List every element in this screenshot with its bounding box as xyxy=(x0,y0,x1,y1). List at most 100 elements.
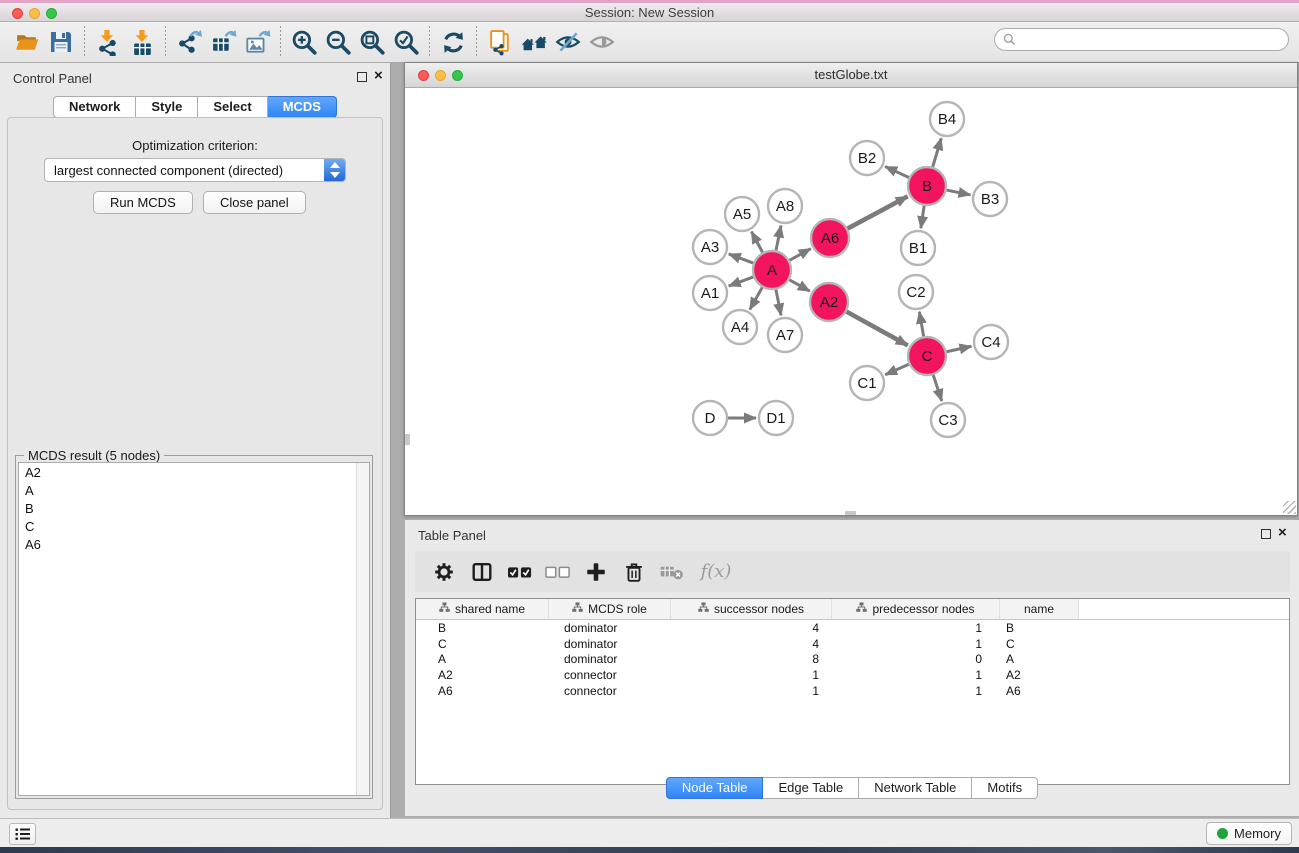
column-header[interactable]: predecessor nodes xyxy=(832,599,1000,619)
hide-graphics-details-icon[interactable] xyxy=(553,27,583,57)
node-label-A3: A3 xyxy=(701,239,719,256)
edge-A-A7[interactable] xyxy=(776,290,781,316)
table-cell: connector xyxy=(549,668,671,682)
table-options-icon[interactable] xyxy=(427,557,461,587)
fx-label: f(x) xyxy=(701,561,732,582)
edge-A-A5[interactable] xyxy=(751,232,762,253)
show-all-networks-icon[interactable] xyxy=(519,27,549,57)
export-table-icon[interactable] xyxy=(208,27,238,57)
table-row[interactable]: Cdominator41C xyxy=(416,636,1289,652)
create-column-icon[interactable] xyxy=(579,557,613,587)
window-resize-grip[interactable] xyxy=(1283,501,1296,514)
unselect-all-columns-icon[interactable] xyxy=(541,557,575,587)
export-image-icon[interactable] xyxy=(242,27,272,57)
edge-A6-B[interactable] xyxy=(848,196,908,228)
save-session-icon[interactable] xyxy=(46,27,76,57)
table-cell: A6 xyxy=(416,684,549,698)
tab-network-table[interactable]: Network Table xyxy=(859,777,972,799)
refresh-icon[interactable] xyxy=(438,27,468,57)
canvas-bottom-scroll-nub[interactable] xyxy=(845,511,856,515)
toolbar-separator xyxy=(165,26,166,58)
table-row[interactable]: Adominator80A xyxy=(416,651,1289,667)
close-panel-icon[interactable]: × xyxy=(374,67,383,85)
node-label-C3: C3 xyxy=(938,412,957,429)
result-item[interactable]: C xyxy=(19,518,369,536)
import-table-icon[interactable] xyxy=(127,27,157,57)
export-network-icon[interactable] xyxy=(174,27,204,57)
node-label-A5: A5 xyxy=(733,206,751,223)
zoom-fit-icon[interactable] xyxy=(357,27,387,57)
desktop: Session: New Session xyxy=(0,0,1299,853)
result-item[interactable]: A6 xyxy=(19,536,369,554)
tab-network[interactable]: Network xyxy=(53,96,136,118)
column-header[interactable]: shared name xyxy=(416,599,549,619)
float-panel-icon[interactable] xyxy=(357,72,367,82)
open-session-icon[interactable] xyxy=(12,27,42,57)
edge-A-A6[interactable] xyxy=(790,249,811,261)
edge-C-C2[interactable] xyxy=(919,312,923,337)
edge-A2-C[interactable] xyxy=(847,312,908,346)
control-panel-title: Control Panel xyxy=(13,71,92,86)
close-panel-button[interactable]: Close panel xyxy=(203,191,306,214)
column-header[interactable]: successor nodes xyxy=(671,599,832,619)
network-graph[interactable]: AA1A2A3A4A5A6A7A8BB1B2B3B4CC1C2C3C4DD1 xyxy=(405,89,1297,515)
zoom-out-icon[interactable] xyxy=(323,27,353,57)
edge-A-A8[interactable] xyxy=(776,226,781,251)
column-header[interactable]: name xyxy=(1000,599,1079,619)
zoom-in-icon[interactable] xyxy=(289,27,319,57)
tab-select[interactable]: Select xyxy=(198,96,267,118)
network-window-titlebar[interactable]: testGlobe.txt xyxy=(405,63,1297,88)
criterion-dropdown[interactable]: largest connected component (directed) xyxy=(44,158,346,182)
edge-B-B3[interactable] xyxy=(947,190,971,195)
table-toolbar: f(x) xyxy=(415,551,1290,592)
run-mcds-button[interactable]: Run MCDS xyxy=(93,191,193,214)
tab-motifs[interactable]: Motifs xyxy=(972,777,1038,799)
edge-C-C4[interactable] xyxy=(947,346,972,351)
task-history-button[interactable] xyxy=(9,823,36,845)
result-item[interactable]: B xyxy=(19,499,369,517)
tab-edge-table[interactable]: Edge Table xyxy=(763,777,859,799)
result-list-scrollbar[interactable] xyxy=(356,463,369,795)
table-row[interactable]: Bdominator41B xyxy=(416,620,1289,636)
edge-B-B2[interactable] xyxy=(885,166,909,177)
zoom-selected-icon[interactable] xyxy=(391,27,421,57)
search-input[interactable] xyxy=(1016,31,1288,49)
tab-mcds[interactable]: MCDS xyxy=(268,96,337,118)
tab-node-table[interactable]: Node Table xyxy=(666,777,764,799)
close-panel-icon[interactable]: × xyxy=(1278,524,1287,542)
canvas-left-scroll-nub[interactable] xyxy=(405,434,410,445)
table-row[interactable]: A2connector11A2 xyxy=(416,667,1289,683)
edge-A-A3[interactable] xyxy=(729,254,753,263)
result-item[interactable]: A2 xyxy=(19,463,369,481)
column-type-icon xyxy=(439,602,450,616)
show-column-icon[interactable] xyxy=(465,557,499,587)
network-canvas[interactable]: AA1A2A3A4A5A6A7A8BB1B2B3B4CC1C2C3C4DD1 xyxy=(405,89,1297,515)
tab-style[interactable]: Style xyxy=(136,96,198,118)
column-type-icon xyxy=(572,602,583,616)
table-tabs: Node TableEdge TableNetwork TableMotifs xyxy=(405,777,1299,799)
mcds-result-title: MCDS result (5 nodes) xyxy=(24,448,164,463)
edge-B-B4[interactable] xyxy=(933,138,942,167)
memory-label: Memory xyxy=(1234,826,1281,841)
float-panel-icon[interactable] xyxy=(1261,529,1271,539)
edge-A-A1[interactable] xyxy=(729,277,753,286)
edge-A-A4[interactable] xyxy=(750,287,762,309)
select-all-columns-icon[interactable] xyxy=(503,557,537,587)
edge-B-B1[interactable] xyxy=(921,206,924,228)
mcds-result-list[interactable]: A2ABCA6 xyxy=(18,462,370,796)
node-table[interactable]: shared nameMCDS rolesuccessor nodesprede… xyxy=(415,598,1290,785)
column-header[interactable]: MCDS role xyxy=(549,599,671,619)
birds-eye-view-icon[interactable] xyxy=(587,27,617,57)
table-cell: 1 xyxy=(832,684,1000,698)
edge-C-C3[interactable] xyxy=(933,375,942,401)
import-network-icon[interactable] xyxy=(93,27,123,57)
search-field[interactable] xyxy=(994,28,1289,51)
edge-C-C1[interactable] xyxy=(885,364,909,375)
first-neighbors-icon[interactable] xyxy=(485,27,515,57)
edge-A-A2[interactable] xyxy=(789,280,809,291)
result-item[interactable]: A xyxy=(19,481,369,499)
node-label-C: C xyxy=(922,348,933,365)
delete-columns-icon[interactable] xyxy=(617,557,651,587)
table-row[interactable]: A6connector11A6 xyxy=(416,683,1289,699)
memory-button[interactable]: Memory xyxy=(1206,822,1292,845)
